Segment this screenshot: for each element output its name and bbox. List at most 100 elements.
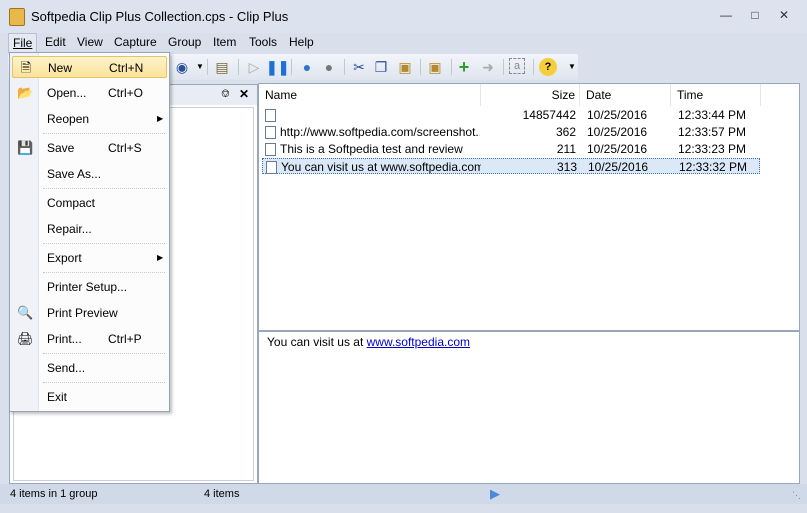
column-header-time[interactable]: Time [671,84,761,106]
menu-file[interactable]: File [8,33,38,53]
cell-time: 12:33:23 PM [678,142,747,156]
menu-item-reopen[interactable]: Reopen ▶ [12,108,167,130]
menu-item-label: Save As... [47,167,102,181]
cell-name: http://www.softpedia.com/screenshot... [280,125,480,139]
table-row[interactable]: This is a Softpedia test and review 211 … [262,141,760,157]
window-title: Softpedia Clip Plus Collection.cps - Cli… [31,9,289,24]
menu-item-repair[interactable]: Repair... [12,218,167,240]
menu-item-label: Print... [47,332,82,346]
print-icon: 🖨 [17,331,34,346]
menu-item-save[interactable]: 💾 Save Ctrl+S [12,137,167,159]
menu-item-shortcut: Ctrl+S [108,141,142,155]
item-list[interactable]: Name Size Date Time 14857442 10/25/2016 … [258,83,800,331]
menu-item-printer-setup[interactable]: Printer Setup... [12,276,167,298]
menu-separator [43,133,165,134]
menu-item-print-preview[interactable]: 🔍 Print Preview [12,302,167,324]
table-row[interactable]: http://www.softpedia.com/screenshot... 3… [262,124,760,140]
menu-item-shortcut: Ctrl+O [108,86,144,100]
toolbar-options-icon[interactable]: ▼ [563,58,581,76]
menu-item-compact[interactable]: Compact [12,192,167,214]
column-header-date[interactable]: Date [580,84,671,106]
cell-date: 10/25/2016 [587,108,648,122]
menu-group[interactable]: Group [168,35,201,49]
status-items: 4 items [204,488,240,500]
properties-icon[interactable]: ▤ [213,58,231,76]
preview-link[interactable]: www.softpedia.com [367,335,470,349]
cell-size: 211 [556,142,576,156]
menu-item-new[interactable]: 🗎 New Ctrl+N [12,56,167,78]
menu-item-label: Reopen [47,112,90,126]
menu-item-label: Repair... [47,222,92,236]
cell-date: 10/25/2016 [587,142,648,156]
maximize-button[interactable]: □ [745,8,765,24]
close-panel-icon[interactable]: ✕ [239,87,249,101]
capture-off-icon[interactable]: ● [320,58,338,76]
menu-help[interactable]: Help [289,35,314,49]
cell-size: 14857442 [522,108,576,122]
menu-separator [43,382,165,383]
menu-view[interactable]: View [77,35,103,49]
cell-size: 313 [556,160,577,174]
status-bar: 4 items in 1 group 4 items ▶ ⋱ [0,484,807,504]
menu-item-label: Export [47,251,82,265]
pin-icon[interactable]: ⎊ [221,88,230,101]
app-icon [9,8,25,26]
copy-icon[interactable]: ❐ [372,58,390,76]
menu-item-open[interactable]: 📂 Open... Ctrl+O [12,82,167,104]
file-menu-dropdown: 🗎 New Ctrl+N 📂 Open... Ctrl+O Reopen ▶ 💾 Save Ctrl… [9,52,170,412]
new-doc-icon: 🗎 [20,60,32,75]
paste-icon[interactable]: ▣ [396,58,414,76]
print-preview-icon: 🔍 [17,305,34,320]
cut-icon[interactable]: ✂ [350,58,368,76]
text-file-icon [266,161,277,174]
cell-date: 10/25/2016 [587,125,648,139]
cell-time: 12:33:44 PM [678,108,747,122]
menu-separator [43,188,165,189]
column-header-size[interactable]: Size [481,84,580,106]
menu-item-shortcut: Ctrl+P [108,332,142,346]
cell-name: This is a Softpedia test and review [280,142,463,156]
add-icon[interactable]: + [455,58,473,76]
pause-icon[interactable]: ❚❚ [266,58,289,76]
menu-item-label: Print Preview [47,306,118,320]
menu-item-send[interactable]: Send... [12,357,167,379]
menu-bar: File Edit View Capture Group Item Tools … [8,33,799,53]
menu-item-exit[interactable]: Exit [12,386,167,408]
menu-tools[interactable]: Tools [249,35,277,49]
column-header-name[interactable]: Name [259,84,481,106]
resize-grip-icon[interactable]: ⋱ [792,490,801,501]
cell-time: 12:33:57 PM [678,125,747,139]
menu-separator [43,353,165,354]
table-row[interactable]: 14857442 10/25/2016 12:33:44 PM [262,107,760,123]
menu-item-label: New [48,61,73,75]
menu-item-label: Exit [47,390,68,404]
menu-capture[interactable]: Capture [114,35,157,49]
capture-on-icon[interactable]: ● [298,58,316,76]
status-groups: 4 items in 1 group [10,488,98,500]
submenu-arrow-icon: ▶ [157,114,164,123]
menu-edit[interactable]: Edit [45,35,66,49]
menu-item-label: Send... [47,361,86,375]
preview-text: You can visit us at www.softpedia.com [267,335,471,349]
menu-item-shortcut: Ctrl+N [109,61,144,75]
cell-name: You can visit us at www.softpedia.com [281,160,481,174]
cell-date: 10/25/2016 [588,160,649,174]
preview-pane: You can visit us at www.softpedia.com [258,331,800,484]
cell-size: 362 [555,125,576,139]
help-icon[interactable]: ? [539,58,557,76]
forward-icon[interactable]: ➜ [479,58,497,76]
menu-item[interactable]: Item [213,35,236,49]
title-bar: Softpedia Clip Plus Collection.cps - Cli… [0,0,807,33]
paste-special-icon[interactable]: ▣ [426,58,444,76]
minimize-button[interactable]: — [716,8,736,24]
find-icon[interactable]: ◉ [173,58,191,76]
close-button[interactable]: ✕ [774,8,794,24]
select-text-icon[interactable]: a [509,58,525,74]
submenu-arrow-icon: ▶ [157,253,164,262]
menu-item-save-as[interactable]: Save As... [12,163,167,185]
play-icon[interactable]: ▷ [245,58,263,76]
menu-item-label: Printer Setup... [47,280,128,294]
table-row[interactable]: You can visit us at www.softpedia.com 31… [262,158,760,174]
menu-item-export[interactable]: Export ▶ [12,247,167,269]
menu-item-print[interactable]: 🖨 Print... Ctrl+P [12,328,167,350]
